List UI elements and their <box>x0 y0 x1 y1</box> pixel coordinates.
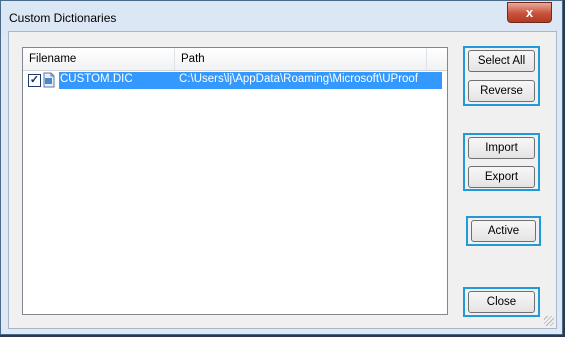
dictionary-list[interactable]: Filename Path ✓ CUSTOM.DIC C:\Users\lj\A… <box>22 47 448 315</box>
dialog-client-area: Filename Path ✓ CUSTOM.DIC C:\Users\lj\A… <box>8 31 557 329</box>
window-title: Custom Dictionaries <box>9 11 117 25</box>
close-button[interactable]: Close <box>468 291 535 313</box>
list-item[interactable]: ✓ CUSTOM.DIC C:\Users\lj\AppData\Roaming… <box>26 72 442 89</box>
column-header-path[interactable]: Path <box>175 48 427 70</box>
active-button[interactable]: Active <box>471 220 536 242</box>
export-button[interactable]: Export <box>468 166 535 188</box>
column-header-filename[interactable]: Filename <box>23 48 175 70</box>
selected-row-highlight: CUSTOM.DIC C:\Users\lj\AppData\Roaming\M… <box>59 72 442 89</box>
path-cell: C:\Users\lj\AppData\Roaming\Microsoft\UP… <box>179 73 419 85</box>
close-icon: x <box>525 5 534 20</box>
dictionary-file-icon <box>43 72 55 88</box>
select-all-button[interactable]: Select All <box>468 50 535 72</box>
resize-grip[interactable] <box>544 316 554 326</box>
column-header-filler <box>427 48 447 70</box>
reverse-button[interactable]: Reverse <box>468 80 535 102</box>
checkbox-checked-icon[interactable]: ✓ <box>28 74 41 87</box>
title-bar: Custom Dictionaries x <box>1 1 562 35</box>
import-button[interactable]: Import <box>468 137 535 159</box>
filename-cell: CUSTOM.DIC <box>60 73 133 85</box>
list-header: Filename Path <box>23 48 447 71</box>
window-close-button[interactable]: x <box>507 2 552 23</box>
custom-dictionaries-dialog: Custom Dictionaries x Filename Path ✓ CU… <box>0 0 563 335</box>
